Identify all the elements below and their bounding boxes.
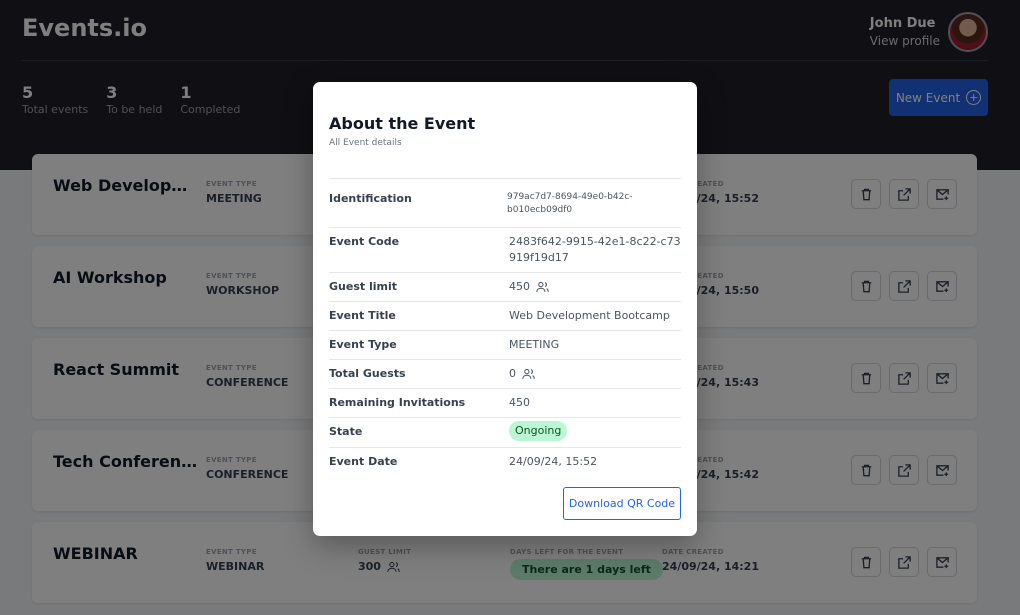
detail-label: Event Code (329, 235, 400, 248)
detail-label: Event Date (329, 455, 398, 468)
download-qr-button[interactable]: Download QR Code (563, 487, 681, 520)
detail-label: Event Type (329, 338, 397, 351)
detail-row-identification: Identification 979ac7d7-8694-49e0-b42c-b… (329, 179, 681, 228)
total-guests-number: 0 (509, 367, 516, 380)
state-badge: Ongoing (509, 421, 568, 441)
detail-label: State (329, 425, 363, 438)
detail-label: Event Title (329, 309, 396, 322)
detail-value: MEETING (509, 338, 560, 351)
detail-label: Remaining Invitations (329, 396, 466, 409)
detail-value: Web Development Bootcamp (509, 309, 670, 322)
modal-subtitle: All Event details (329, 138, 402, 148)
detail-row-event-title: Event Title Web Development Bootcamp (329, 302, 681, 331)
detail-label: Identification (329, 192, 412, 205)
detail-value: 24/09/24, 15:52 (509, 455, 598, 468)
detail-row-total-guests: Total Guests 0 (329, 360, 681, 389)
modal-title: About the Event (329, 114, 476, 133)
detail-value: 979ac7d7-8694-49e0-b42c-b010ecb09df0 (507, 192, 633, 215)
detail-row-event-date: Event Date 24/09/24, 15:52 (329, 448, 681, 476)
detail-row-event-type: Event Type MEETING (329, 331, 681, 360)
detail-row-event-code: Event Code 2483f642-9915-42e1-8c22-c7391… (329, 228, 681, 273)
detail-label: Guest limit (329, 280, 397, 293)
guest-limit-number: 450 (509, 280, 530, 293)
details-list: Identification 979ac7d7-8694-49e0-b42c-b… (329, 178, 681, 476)
detail-label: Total Guests (329, 367, 406, 380)
detail-row-guest-limit: Guest limit 450 (329, 273, 681, 302)
detail-value: Ongoing (509, 421, 681, 441)
detail-value: 0 (509, 366, 681, 382)
detail-row-remaining-invitations: Remaining Invitations 450 (329, 389, 681, 418)
detail-row-state: State Ongoing (329, 418, 681, 448)
detail-value: 2483f642-9915-42e1-8c22-c73919f19d17 (509, 235, 681, 264)
users-icon (522, 368, 535, 379)
detail-value: 450 (509, 279, 681, 295)
users-icon (536, 281, 549, 292)
event-details-modal: About the Event All Event details Identi… (313, 82, 697, 536)
detail-value: 450 (509, 396, 530, 409)
